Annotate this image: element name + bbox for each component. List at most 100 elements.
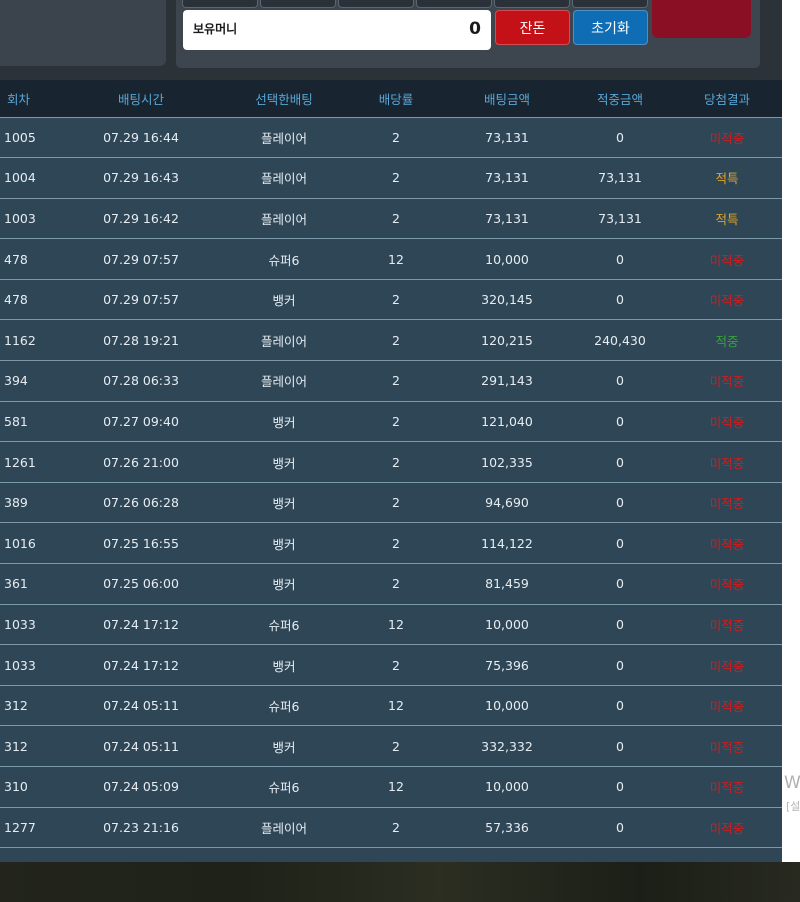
cell-round: 1261 — [0, 441, 60, 483]
cell-odds: 12 — [346, 684, 446, 726]
cell-win-amount: 0 — [568, 360, 672, 402]
cell-bet-amount: 102,335 — [446, 441, 568, 483]
cell-bet-amount: 332,332 — [446, 725, 568, 767]
bet-history-table: 회차 배팅시간 선택한배팅 배당률 배팅금액 적중금액 당첨결과 1005 07.… — [0, 80, 782, 888]
cell-win-amount: 0 — [568, 684, 672, 726]
cell-round: 1277 — [0, 806, 60, 848]
table-row: 1033 07.24 17:12 뱅커 2 75,396 0 미적중 — [0, 644, 782, 686]
cell-win-amount: 0 — [568, 766, 672, 808]
cell-odds: 2 — [346, 319, 446, 361]
cell-round: 1033 — [0, 644, 60, 686]
money-value: 0 — [469, 19, 481, 39]
money-label: 보유머니 — [193, 22, 238, 36]
cell-result: 미적중 — [672, 481, 782, 523]
reset-button[interactable]: 초기화 — [573, 10, 648, 45]
cell-bet-time: 07.24 05:09 — [60, 766, 222, 808]
table-row: 310 07.24 05:09 슈퍼6 12 10,000 0 미적중 — [0, 766, 782, 808]
bet-submit-button[interactable] — [652, 0, 751, 38]
cell-selected-bet: 플레이어 — [222, 806, 346, 848]
chip-button[interactable] — [572, 0, 648, 8]
cell-selected-bet: 플레이어 — [222, 116, 346, 158]
side-gap — [782, 0, 800, 862]
cell-bet-amount: 73,131 — [446, 157, 568, 199]
cell-result: 미적중 — [672, 522, 782, 564]
cell-result: 미적중 — [672, 116, 782, 158]
cell-result: 미적중 — [672, 684, 782, 726]
cell-win-amount: 240,430 — [568, 319, 672, 361]
cell-selected-bet: 플레이어 — [222, 319, 346, 361]
table-row: 1016 07.25 16:55 뱅커 2 114,122 0 미적중 — [0, 522, 782, 564]
chip-button[interactable] — [182, 0, 258, 8]
cell-bet-amount: 81,459 — [446, 563, 568, 605]
header-round: 회차 — [0, 80, 60, 117]
cell-selected-bet: 플레이어 — [222, 157, 346, 199]
cell-bet-amount: 94,690 — [446, 481, 568, 523]
cell-round: 312 — [0, 684, 60, 726]
cell-bet-time: 07.24 17:12 — [60, 603, 222, 645]
cell-round: 478 — [0, 278, 60, 320]
cell-odds: 2 — [346, 400, 446, 442]
cell-selected-bet: 뱅커 — [222, 400, 346, 442]
cell-win-amount: 0 — [568, 116, 672, 158]
cell-selected-bet: 뱅커 — [222, 725, 346, 767]
cell-result: 미적중 — [672, 603, 782, 645]
cell-bet-amount: 10,000 — [446, 684, 568, 726]
table-row: 1277 07.23 21:16 플레이어 2 57,336 0 미적중 — [0, 806, 782, 848]
header-bet-amount: 배팅금액 — [446, 80, 568, 117]
cell-odds: 2 — [346, 644, 446, 686]
cell-odds: 2 — [346, 441, 446, 483]
cell-bet-amount: 10,000 — [446, 766, 568, 808]
cell-round: 478 — [0, 238, 60, 280]
cell-odds: 2 — [346, 278, 446, 320]
cell-bet-time: 07.24 17:12 — [60, 644, 222, 686]
cell-odds: 2 — [346, 360, 446, 402]
cell-bet-amount: 120,215 — [446, 319, 568, 361]
cell-win-amount: 0 — [568, 400, 672, 442]
cell-bet-amount: 121,040 — [446, 400, 568, 442]
chip-button[interactable] — [338, 0, 414, 8]
cell-bet-time: 07.23 21:16 — [60, 806, 222, 848]
cell-result: 미적중 — [672, 644, 782, 686]
table-row: 581 07.27 09:40 뱅커 2 121,040 0 미적중 — [0, 400, 782, 442]
cell-result: 적중 — [672, 319, 782, 361]
cell-round: 1033 — [0, 603, 60, 645]
cell-bet-time: 07.24 05:11 — [60, 725, 222, 767]
watermark-subtext: [설 — [786, 800, 800, 813]
chip-button[interactable] — [416, 0, 492, 8]
header-selected-bet: 선택한배팅 — [222, 80, 346, 117]
cell-bet-time: 07.29 16:42 — [60, 197, 222, 239]
cell-bet-time: 07.26 06:28 — [60, 481, 222, 523]
table-row: 389 07.26 06:28 뱅커 2 94,690 0 미적중 — [0, 481, 782, 523]
chip-button[interactable] — [494, 0, 570, 8]
cell-selected-bet: 뱅커 — [222, 278, 346, 320]
table-row: 1033 07.24 17:12 슈퍼6 12 10,000 0 미적중 — [0, 603, 782, 645]
cell-result: 적특 — [672, 157, 782, 199]
cell-bet-amount: 73,131 — [446, 116, 568, 158]
cell-selected-bet: 뱅커 — [222, 522, 346, 564]
cell-round: 1004 — [0, 157, 60, 199]
cell-round: 581 — [0, 400, 60, 442]
cell-bet-time: 07.26 21:00 — [60, 441, 222, 483]
cell-win-amount: 0 — [568, 522, 672, 564]
chip-button[interactable] — [260, 0, 336, 8]
cell-result: 미적중 — [672, 400, 782, 442]
cell-odds: 2 — [346, 806, 446, 848]
cell-win-amount: 0 — [568, 278, 672, 320]
cell-odds: 12 — [346, 603, 446, 645]
cell-bet-amount: 320,145 — [446, 278, 568, 320]
cell-bet-amount: 114,122 — [446, 522, 568, 564]
table-row: 361 07.25 06:00 뱅커 2 81,459 0 미적중 — [0, 563, 782, 605]
cell-bet-time: 07.25 06:00 — [60, 563, 222, 605]
cell-odds: 2 — [346, 481, 446, 523]
header-odds: 배당률 — [346, 80, 446, 117]
cell-round: 394 — [0, 360, 60, 402]
cell-bet-amount: 73,131 — [446, 197, 568, 239]
cell-odds: 2 — [346, 725, 446, 767]
cell-bet-time: 07.28 19:21 — [60, 319, 222, 361]
cell-bet-amount: 291,143 — [446, 360, 568, 402]
cell-selected-bet: 슈퍼6 — [222, 684, 346, 726]
balance-button[interactable]: 잔돈 — [495, 10, 570, 45]
cell-win-amount: 73,131 — [568, 157, 672, 199]
cell-result: 미적중 — [672, 725, 782, 767]
cell-result: 적특 — [672, 197, 782, 239]
